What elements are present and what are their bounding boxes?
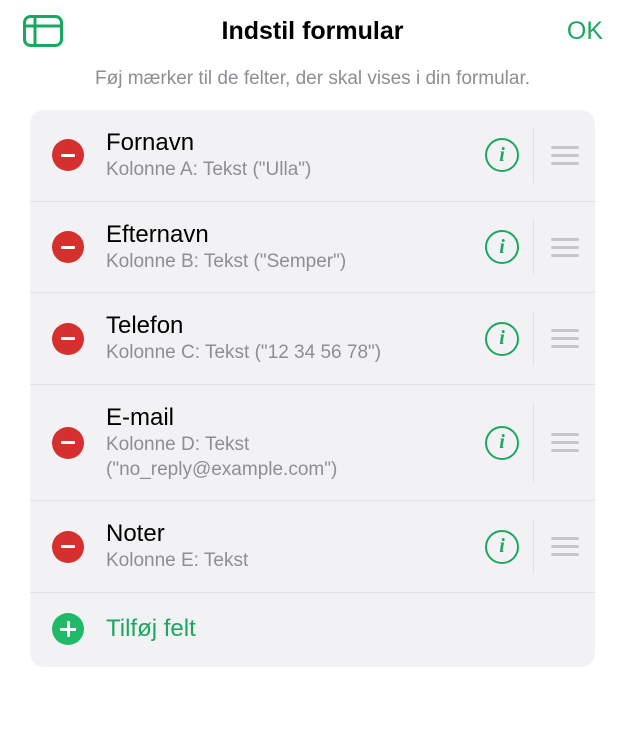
drag-lines-icon <box>551 329 579 348</box>
info-icon[interactable]: i <box>485 426 519 460</box>
remove-icon[interactable] <box>52 427 84 459</box>
field-row: Fornavn Kolonne A: Tekst ("Ulla") i <box>30 110 595 202</box>
drag-handle[interactable] <box>533 128 595 183</box>
subtitle: Føj mærker til de felter, der skal vises… <box>0 58 625 110</box>
drag-handle[interactable] <box>533 311 595 366</box>
field-title: E-mail <box>106 403 475 433</box>
info-icon[interactable]: i <box>485 322 519 356</box>
remove-icon[interactable] <box>52 323 84 355</box>
info-icon[interactable]: i <box>485 530 519 564</box>
field-text: Fornavn Kolonne A: Tekst ("Ulla") <box>84 128 485 183</box>
info-icon[interactable]: i <box>485 138 519 172</box>
page-title: Indstil formular <box>64 17 561 46</box>
remove-icon[interactable] <box>52 531 84 563</box>
ok-button[interactable]: OK <box>561 17 603 46</box>
drag-lines-icon <box>551 146 579 165</box>
drag-lines-icon <box>551 433 579 452</box>
remove-icon[interactable] <box>52 139 84 171</box>
field-text: Telefon Kolonne C: Tekst ("12 34 56 78") <box>84 311 485 366</box>
drag-lines-icon <box>551 238 579 257</box>
drag-handle[interactable] <box>533 519 595 574</box>
field-title: Noter <box>106 519 475 549</box>
field-text: Efternavn Kolonne B: Tekst ("Semper") <box>84 220 485 275</box>
field-row: E-mail Kolonne D: Tekst ("no_reply@examp… <box>30 385 595 501</box>
field-subtitle: Kolonne E: Tekst <box>106 549 475 574</box>
field-title: Fornavn <box>106 128 475 158</box>
field-subtitle: Kolonne A: Tekst ("Ulla") <box>106 158 475 183</box>
drag-lines-icon <box>551 537 579 556</box>
drag-handle[interactable] <box>533 220 595 275</box>
info-icon[interactable]: i <box>485 230 519 264</box>
field-subtitle: Kolonne D: Tekst ("no_reply@example.com"… <box>106 433 475 482</box>
remove-icon[interactable] <box>52 231 84 263</box>
table-icon[interactable] <box>22 14 64 48</box>
add-field-row[interactable]: Tilføj felt <box>30 593 595 667</box>
add-field-label: Tilføj felt <box>84 615 196 643</box>
field-row: Telefon Kolonne C: Tekst ("12 34 56 78")… <box>30 293 595 385</box>
field-text: E-mail Kolonne D: Tekst ("no_reply@examp… <box>84 403 485 482</box>
plus-icon <box>52 613 84 645</box>
field-title: Telefon <box>106 311 475 341</box>
field-subtitle: Kolonne C: Tekst ("12 34 56 78") <box>106 341 475 366</box>
field-title: Efternavn <box>106 220 475 250</box>
field-subtitle: Kolonne B: Tekst ("Semper") <box>106 250 475 275</box>
field-list: Fornavn Kolonne A: Tekst ("Ulla") i Efte… <box>30 110 595 667</box>
field-text: Noter Kolonne E: Tekst <box>84 519 485 574</box>
drag-handle[interactable] <box>533 403 595 482</box>
header: Indstil formular OK <box>0 0 625 58</box>
field-row: Efternavn Kolonne B: Tekst ("Semper") i <box>30 202 595 294</box>
field-row: Noter Kolonne E: Tekst i <box>30 501 595 593</box>
